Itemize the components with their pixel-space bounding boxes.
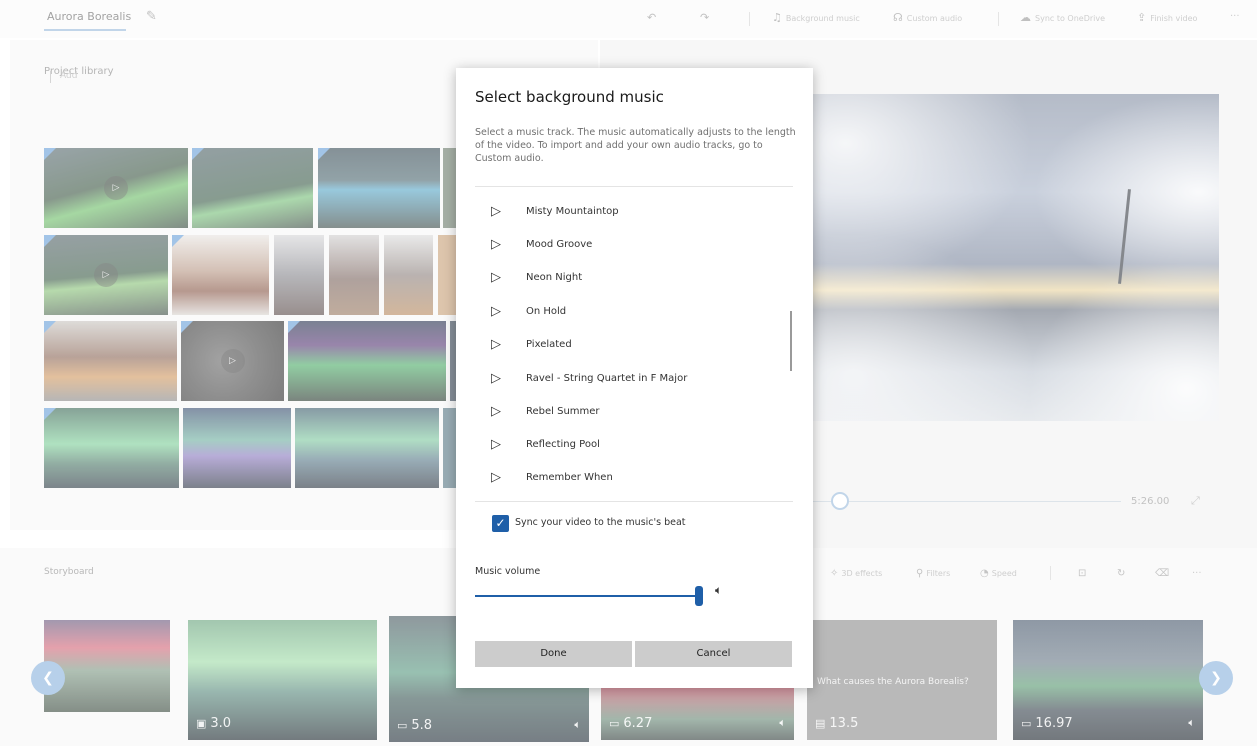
dialog-title: Select background music	[475, 88, 664, 106]
play-icon[interactable]: ▷	[491, 470, 501, 485]
play-icon[interactable]: ▷	[491, 270, 501, 285]
track-item[interactable]: ▷ Remember When	[475, 462, 785, 495]
music-track-list[interactable]: ▷ Misty Mountaintop ▷ Mood Groove ▷ Neon Ni…	[475, 196, 793, 496]
dialog-divider	[475, 501, 793, 502]
track-name: Pixelated	[526, 339, 572, 350]
track-list-scrollbar[interactable]	[790, 311, 792, 371]
track-name: On Hold	[526, 306, 567, 317]
track-name: Neon Night	[526, 272, 583, 283]
sync-beat-checkbox[interactable]: ✓	[492, 515, 509, 532]
dialog-divider	[475, 186, 793, 187]
track-name: Mood Groove	[526, 239, 593, 250]
play-icon[interactable]: ▷	[491, 337, 501, 352]
play-icon[interactable]: ▷	[491, 304, 501, 319]
sync-beat-label: Sync your video to the music's beat	[515, 517, 686, 528]
cancel-button[interactable]: Cancel	[635, 641, 792, 667]
speaker-icon[interactable]: 🔈︎	[715, 583, 722, 598]
music-volume-thumb[interactable]	[695, 586, 703, 606]
track-name: Rebel Summer	[526, 406, 600, 417]
music-volume-label: Music volume	[475, 566, 541, 577]
play-icon[interactable]: ▷	[491, 371, 501, 386]
track-name: Ravel - String Quartet in F Major	[526, 373, 688, 384]
play-icon[interactable]: ▷	[491, 237, 501, 252]
done-button[interactable]: Done	[475, 641, 632, 667]
track-item[interactable]: ▷ Misty Mountaintop	[475, 196, 785, 229]
track-item[interactable]: ▷ Neon Night	[475, 262, 785, 295]
track-item[interactable]: ▷ On Hold	[475, 296, 785, 329]
music-volume-slider[interactable]	[475, 595, 699, 597]
track-item[interactable]: ▷ Reflecting Pool	[475, 429, 785, 462]
checkmark-icon: ✓	[495, 516, 506, 530]
track-name: Reflecting Pool	[526, 439, 600, 450]
track-item[interactable]: ▷ Ravel - String Quartet in F Major	[475, 363, 785, 396]
dialog-description: Select a music track. The music automati…	[475, 127, 796, 164]
track-item[interactable]: ▷ Rebel Summer	[475, 396, 785, 429]
track-name: Misty Mountaintop	[526, 206, 619, 217]
track-item[interactable]: ▷ Pixelated	[475, 329, 785, 362]
track-item[interactable]: ▷ Mood Groove	[475, 229, 785, 262]
background-music-dialog: Select background music Select a music t…	[456, 68, 813, 688]
track-name: Remember When	[526, 472, 613, 483]
play-icon[interactable]: ▷	[491, 404, 501, 419]
play-icon[interactable]: ▷	[491, 204, 501, 219]
play-icon[interactable]: ▷	[491, 437, 501, 452]
